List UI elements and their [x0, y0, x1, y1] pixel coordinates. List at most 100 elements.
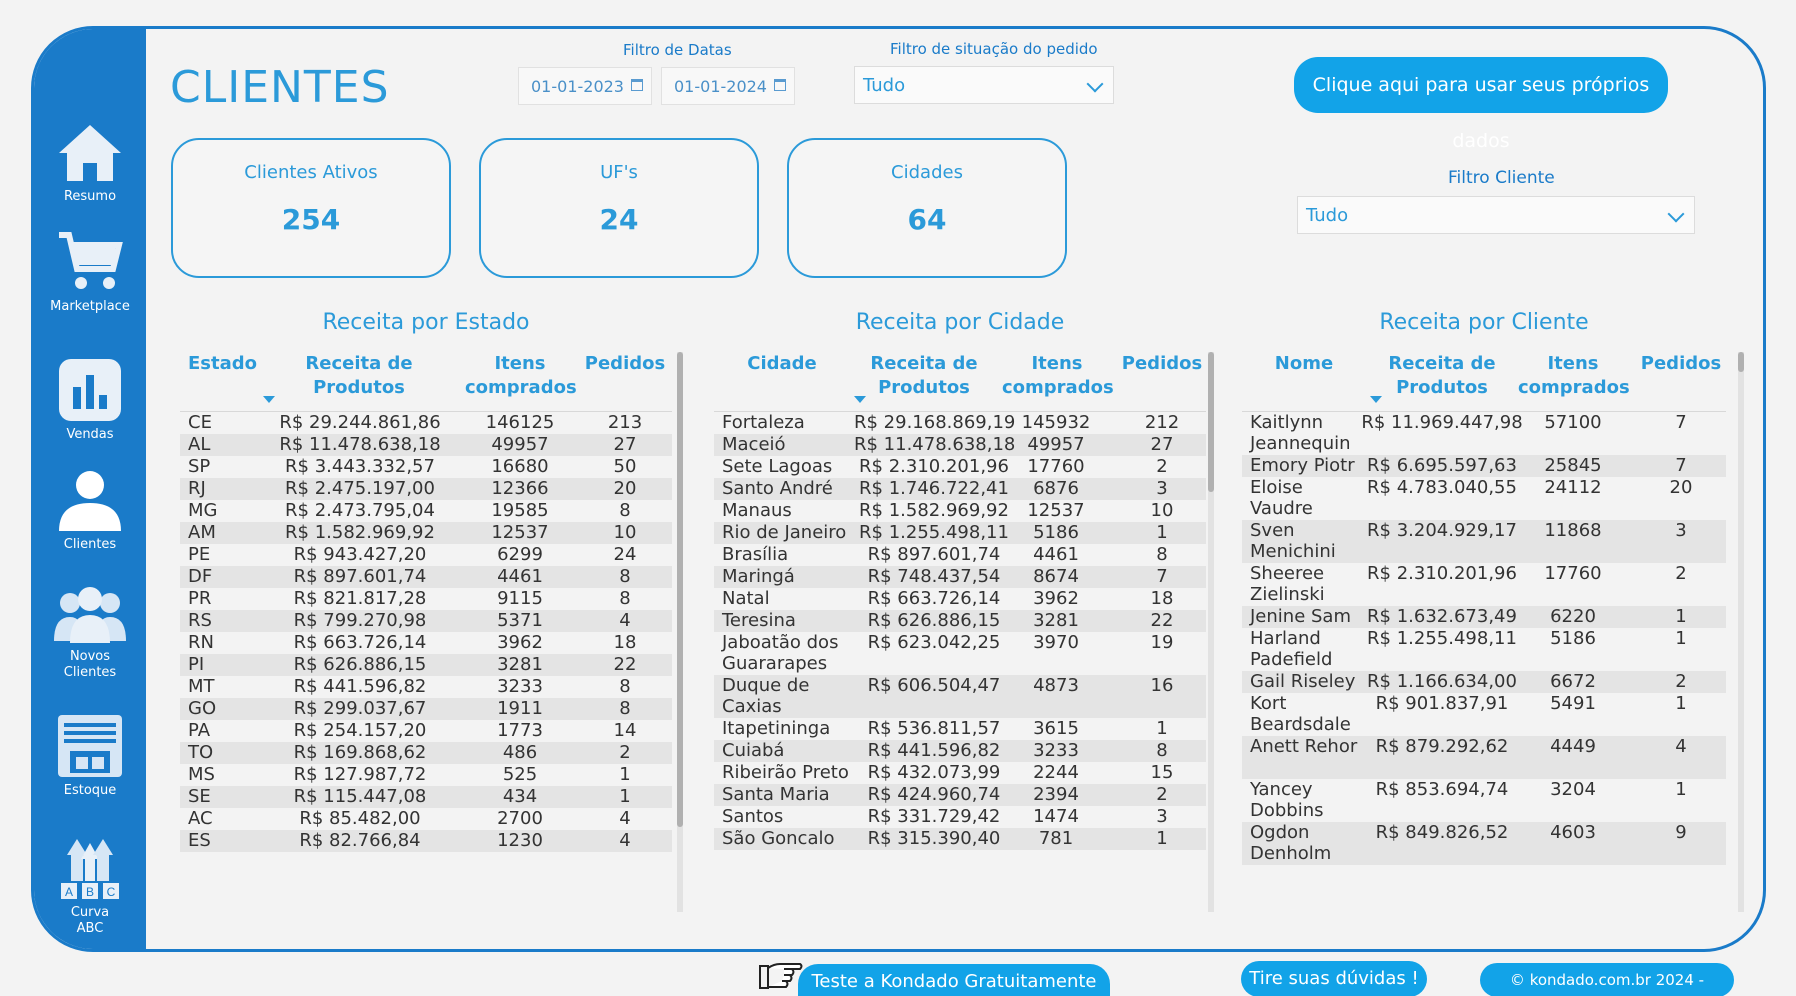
table-row[interactable]: Santo André R$ 1.746.722,41 6876 3 — [714, 478, 1206, 500]
try-free-button[interactable]: Teste a Kondado Gratuitamente — [798, 964, 1110, 996]
bar-chart-icon — [59, 359, 121, 421]
table-row[interactable]: Santa Maria R$ 424.960,74 2394 2 — [714, 784, 1206, 806]
table-row[interactable]: RN R$ 663.726,14 3962 18 — [180, 632, 672, 654]
table-row[interactable]: TO R$ 169.868,62 486 2 — [180, 742, 672, 764]
table-row[interactable]: Brasília R$ 897.601,74 4461 8 — [714, 544, 1206, 566]
table-row[interactable]: MG R$ 2.473.795,04 19585 8 — [180, 500, 672, 522]
scrollbar-thumb[interactable] — [1208, 352, 1214, 492]
table-row[interactable]: Cuiabá R$ 441.596,82 3233 8 — [714, 740, 1206, 762]
table-row[interactable]: Gail Riseley R$ 1.166.634,00 6672 2 — [1242, 671, 1726, 693]
date-start-input[interactable]: 01-01-2023 — [518, 67, 652, 105]
sidebar-item-estoque[interactable]: Estoque — [34, 713, 146, 799]
column-header[interactable]: Receita de Produtos — [864, 352, 984, 400]
table-cell: 6876 — [1033, 478, 1079, 499]
column-header[interactable]: Receita de Produtos — [268, 352, 450, 400]
sidebar-item-novos-clientes[interactable]: Novos Clientes — [34, 585, 146, 681]
column-header[interactable]: Nome — [1254, 352, 1354, 376]
table-row[interactable]: Sete Lagoas R$ 2.310.201,96 17760 2 — [714, 456, 1206, 478]
table-row[interactable]: ES R$ 82.766,84 1230 4 — [180, 830, 672, 852]
table-cell: TO — [188, 742, 214, 763]
table-row[interactable]: SE R$ 115.447,08 434 1 — [180, 786, 672, 808]
table-row[interactable]: CE R$ 29.244.861,86 146125 213 — [180, 412, 672, 434]
table-cell: R$ 85.482,00 — [299, 808, 421, 829]
table-row[interactable]: Jaboatão dos Guararapes R$ 623.042,25 3970… — [714, 632, 1206, 675]
table-row[interactable]: SP R$ 3.443.332,57 16680 50 — [180, 456, 672, 478]
scrollbar[interactable] — [677, 352, 683, 912]
scrollbar[interactable] — [1738, 352, 1744, 912]
table-row[interactable]: Yancey Dobbins R$ 853.694,74 3204 1 — [1242, 779, 1726, 822]
table-cell: São Goncalo — [722, 828, 835, 849]
table-row[interactable]: Jenine Sam R$ 1.632.673,49 6220 1 — [1242, 606, 1726, 628]
table-row[interactable]: Ogdon Denholm R$ 849.826,52 4603 9 — [1242, 822, 1726, 865]
table-row[interactable]: PI R$ 626.886,15 3281 22 — [180, 654, 672, 676]
table-row[interactable]: Harland Padefield R$ 1.255.498,11 5186 1 — [1242, 628, 1726, 671]
table-row[interactable]: Rio de Janeiro R$ 1.255.498,11 5186 1 — [714, 522, 1206, 544]
column-header[interactable]: Itens comprados — [465, 352, 577, 400]
table-cell: R$ 663.726,14 — [293, 632, 427, 653]
table-row[interactable]: GO R$ 299.037,67 1911 8 — [180, 698, 672, 720]
help-button[interactable]: Tire suas dúvidas ! — [1241, 961, 1427, 996]
table-row[interactable]: MS R$ 127.987,72 525 1 — [180, 764, 672, 786]
calendar-icon[interactable] — [631, 79, 643, 91]
sidebar-item-curva-abc[interactable]: A B C Curva ABC — [34, 835, 146, 937]
table-row[interactable]: Sheeree Zielinski R$ 2.310.201,96 17760 2 — [1242, 563, 1726, 606]
table-row[interactable]: Anett Rehor R$ 879.292,62 4449 4 — [1242, 736, 1726, 779]
sidebar-item-marketplace[interactable]: Marketplace — [34, 229, 146, 315]
sidebar-item-vendas[interactable]: Vendas — [34, 357, 146, 443]
table-row[interactable]: Manaus R$ 1.582.969,92 12537 10 — [714, 500, 1206, 522]
table-cell: 2394 — [1033, 784, 1079, 805]
table-row[interactable]: PE R$ 943.427,20 6299 24 — [180, 544, 672, 566]
scrollbar[interactable] — [1208, 352, 1214, 912]
date-end-input[interactable]: 01-01-2024 — [661, 67, 795, 105]
table-row[interactable]: AC R$ 85.482,00 2700 4 — [180, 808, 672, 830]
table-row[interactable]: Kort Beardsdale R$ 901.837,91 5491 1 — [1242, 693, 1726, 736]
table-row[interactable]: Sven Menichini R$ 3.204.929,17 11868 3 — [1242, 520, 1726, 563]
scrollbar-thumb[interactable] — [677, 352, 683, 827]
table-row[interactable]: Kaitlynn Jeannequin R$ 11.969.447,98 57100… — [1242, 412, 1726, 455]
table-cell: R$ 626.886,15 — [293, 654, 427, 675]
sidebar-item-resumo[interactable]: Resumo — [34, 121, 146, 205]
table-row[interactable]: Duque de Caxias R$ 606.504,47 4873 16 — [714, 675, 1206, 718]
table-row[interactable]: Eloise Vaudre R$ 4.783.040,55 24112 20 — [1242, 477, 1726, 520]
table-row[interactable]: Ribeirão Preto R$ 432.073,99 2244 15 — [714, 762, 1206, 784]
table-row[interactable]: Maringá R$ 748.437,54 8674 7 — [714, 566, 1206, 588]
table-cell: 10 — [613, 522, 637, 543]
table-row[interactable]: São Goncalo R$ 315.390,40 781 1 — [714, 828, 1206, 850]
table-row[interactable]: AL R$ 11.478.638,18 49957 27 — [180, 434, 672, 456]
status-filter-dropdown[interactable]: Tudo — [854, 66, 1114, 104]
table-row[interactable]: DF R$ 897.601,74 4461 8 — [180, 566, 672, 588]
table-row[interactable]: MT R$ 441.596,82 3233 8 — [180, 676, 672, 698]
table-row[interactable]: PR R$ 821.817,28 9115 8 — [180, 588, 672, 610]
table-row[interactable]: Maceió R$ 11.478.638,18 49957 27 — [714, 434, 1206, 456]
column-header[interactable]: Pedidos — [1636, 352, 1726, 376]
column-header[interactable]: Receita de Produtos — [1382, 352, 1502, 400]
table-row[interactable]: Itapetininga R$ 536.811,57 3615 1 — [714, 718, 1206, 740]
table-row[interactable]: Fortaleza R$ 29.168.869,19 145932 212 — [714, 412, 1206, 434]
column-header[interactable]: Itens comprados — [1002, 352, 1114, 400]
sort-desc-icon[interactable] — [1370, 396, 1382, 403]
sort-desc-icon[interactable] — [854, 396, 866, 403]
table-row[interactable]: PA R$ 254.157,20 1773 14 — [180, 720, 672, 742]
sort-desc-icon[interactable] — [263, 396, 275, 403]
column-header[interactable]: Itens comprados — [1518, 352, 1630, 400]
table-row[interactable]: Natal R$ 663.726,14 3962 18 — [714, 588, 1206, 610]
sidebar-item-clientes[interactable]: Clientes — [34, 469, 146, 553]
column-header[interactable]: Pedidos — [580, 352, 670, 376]
table-cell: Manaus — [722, 500, 792, 521]
table-row[interactable]: Emory Piotr R$ 6.695.597,63 25845 7 — [1242, 455, 1726, 477]
table-row[interactable]: AM R$ 1.582.969,92 12537 10 — [180, 522, 672, 544]
table-row[interactable]: RJ R$ 2.475.197,00 12366 20 — [180, 478, 672, 500]
table-row[interactable]: RS R$ 799.270,98 5371 4 — [180, 610, 672, 632]
table-cell: 3281 — [1033, 610, 1079, 631]
scrollbar-thumb[interactable] — [1738, 352, 1744, 372]
copyright-badge[interactable]: © kondado.com.br 2024 - v240220 — [1480, 963, 1734, 996]
use-own-data-button[interactable]: Clique aqui para usar seus próprios dado… — [1294, 57, 1668, 152]
column-header[interactable]: Pedidos — [1118, 352, 1206, 376]
calendar-icon[interactable] — [774, 79, 786, 91]
table-cell: 2700 — [497, 808, 543, 829]
column-header[interactable]: Cidade — [732, 352, 832, 376]
column-header[interactable]: Estado — [188, 352, 257, 376]
table-row[interactable]: Teresina R$ 626.886,15 3281 22 — [714, 610, 1206, 632]
table-row[interactable]: Santos R$ 331.729,42 1474 3 — [714, 806, 1206, 828]
client-filter-dropdown[interactable]: Tudo — [1297, 196, 1695, 234]
